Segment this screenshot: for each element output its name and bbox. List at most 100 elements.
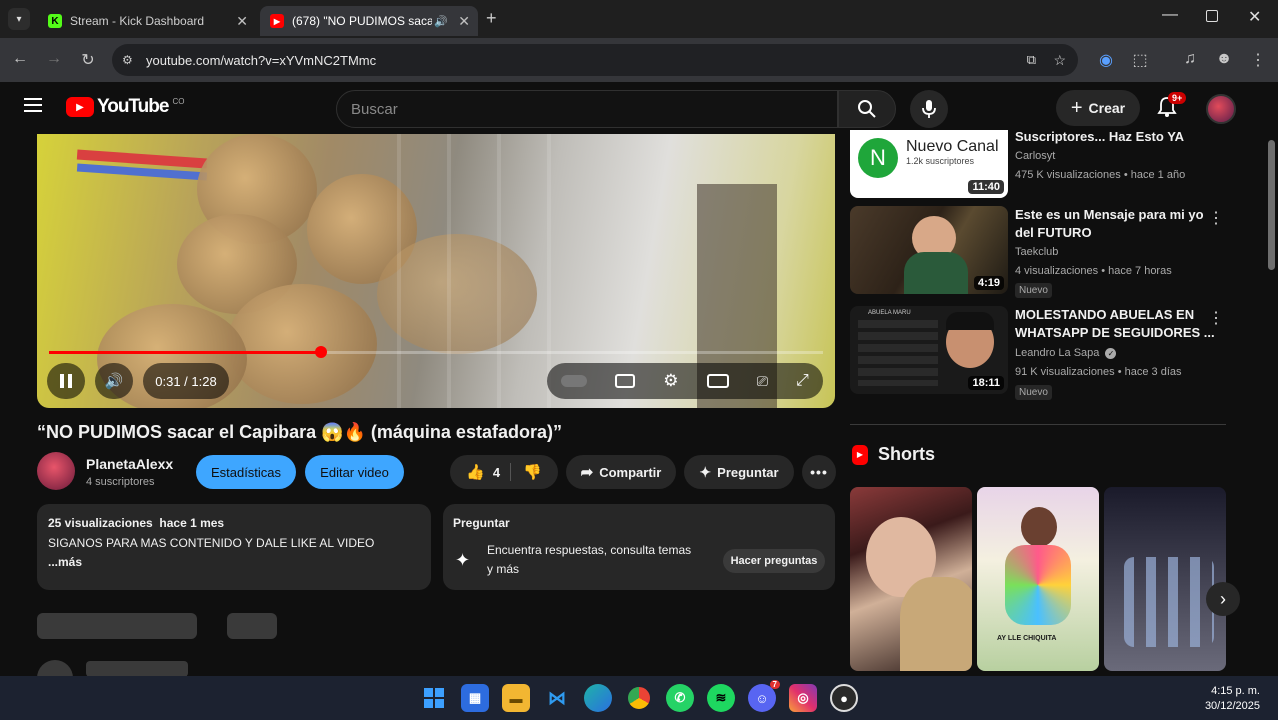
player-controls-right: ⚙ ⎚ ⤢ (547, 363, 823, 399)
more-options-icon[interactable]: ⋮ (1208, 308, 1224, 328)
notifications-button[interactable]: 9+ (1156, 92, 1187, 120)
autoplay-toggle-icon[interactable] (561, 375, 588, 387)
new-tab-button[interactable]: + (486, 8, 497, 29)
bookmark-star-icon[interactable]: ☆ (1053, 52, 1066, 69)
scrollbar-thumb[interactable] (1268, 140, 1275, 270)
forward-arrow-icon[interactable]: → (44, 50, 64, 68)
vscode-icon[interactable]: ⋈ (543, 684, 571, 712)
channel-name[interactable]: PlanetaAlexx (86, 456, 173, 472)
instagram-icon[interactable]: ◎ (789, 684, 817, 712)
ask-questions-button[interactable]: Hacer preguntas (723, 549, 825, 573)
short-dress (1005, 545, 1071, 625)
more-options-icon[interactable]: ⋮ (1208, 208, 1224, 228)
discord-icon[interactable]: ☺ 7 (748, 680, 780, 712)
recommendation-thumbnail[interactable]: ABUELA MARU 18:11 (850, 306, 1008, 394)
new-badge: Nuevo (1015, 283, 1052, 298)
short-item[interactable]: AY LLE CHIQUITA (977, 487, 1099, 671)
ask-button[interactable]: ✦ Preguntar (684, 455, 794, 489)
pause-button[interactable] (47, 363, 85, 399)
recommendation-stats: 91 K visualizaciones • hace 3 días (1015, 366, 1182, 378)
shorts-next-button[interactable]: › (1206, 582, 1240, 616)
chrome-icon[interactable] (625, 684, 653, 712)
search-input[interactable]: Buscar (336, 90, 838, 128)
time-text: 0:31 / 1:28 (155, 373, 217, 389)
thumbnail-subtext: 1.2k suscriptores (906, 156, 975, 166)
pause-icon (60, 374, 72, 388)
back-arrow-icon[interactable]: ← (10, 50, 30, 68)
restore-window-button[interactable] (1206, 10, 1218, 22)
media-control-icon[interactable]: ♫ (1180, 50, 1200, 68)
stats-button[interactable]: Estadísticas (196, 455, 296, 489)
show-more-link[interactable]: ...más (48, 555, 82, 569)
sidebar-divider (850, 424, 1226, 425)
short-item[interactable] (850, 487, 972, 671)
thumbnail-chat (858, 320, 938, 386)
duration-badge: 4:19 (973, 276, 1004, 290)
like-button[interactable]: 👍 4 (466, 463, 512, 481)
share-button[interactable]: ➦ Compartir (566, 455, 676, 489)
profile-extension-icon[interactable]: ☻ (1214, 50, 1234, 68)
ask-panel: Preguntar ✦ Encuentra respuestas, consul… (443, 504, 835, 590)
file-explorer-icon[interactable]: ▬ (502, 684, 530, 712)
voice-search-button[interactable] (910, 90, 948, 128)
obs-icon[interactable]: ● (830, 684, 858, 712)
video-player[interactable]: 🔊 0:31 / 1:28 ⚙ ⎚ ⤢ (37, 134, 835, 408)
system-clock[interactable]: 4:15 p. m. 30/12/2025 (1205, 684, 1260, 714)
theater-mode-icon[interactable] (706, 374, 729, 388)
recommendation-thumbnail[interactable]: 4:19 (850, 206, 1008, 294)
store-icon[interactable]: ▦ (461, 684, 489, 712)
cast-icon[interactable]: ⎚ (757, 373, 768, 390)
recommendation-item[interactable]: 4:19 Este es un Mensaje para mi yo del F… (850, 206, 1240, 298)
minimize-window-button[interactable]: — (1162, 6, 1178, 24)
install-app-icon[interactable]: ⧉ (1027, 52, 1036, 68)
account-avatar[interactable] (1206, 94, 1236, 124)
tab-youtube-video[interactable]: ▶ (678) "NO PUDIMOS sacar el Capibara 🔊 … (260, 6, 478, 36)
browser-menu-icon[interactable]: ⋮ (1248, 50, 1268, 70)
tab-label: (678) "NO PUDIMOS sacar el Capibara (292, 14, 432, 28)
tab-kick-dashboard[interactable]: K Stream - Kick Dashboard ✕ (38, 6, 256, 36)
video-title: “NO PUDIMOS sacar el Capibara 😱🔥 (máquin… (37, 422, 562, 442)
edit-video-button[interactable]: Editar video (305, 455, 404, 489)
description-box[interactable]: 25 visualizaciones hace 1 mes SIGANOS PA… (37, 504, 431, 590)
more-actions-button[interactable]: ••• (802, 455, 836, 489)
youtube-logo-icon: ▶ (270, 14, 284, 28)
short-item[interactable] (1104, 487, 1226, 671)
recommendation-title-line2: WHATSAPP DE SEGUIDORES ... (1015, 325, 1215, 340)
volume-button[interactable]: 🔊 (95, 363, 133, 399)
duration-badge: 11:40 (968, 180, 1004, 194)
recommendation-stats: 475 K visualizaciones • hace 1 año (1015, 169, 1186, 181)
edge-icon[interactable] (584, 684, 612, 712)
extensions-puzzle-icon[interactable]: ⬚ (1130, 50, 1150, 70)
youtube-logo[interactable]: ▶ YouTube CO (66, 96, 184, 118)
create-button[interactable]: + Crear (1056, 90, 1140, 126)
browser-tab-bar: ▾ K Stream - Kick Dashboard ✕ ▶ (678) "N… (0, 0, 1278, 38)
site-settings-icon[interactable]: ⚙ (122, 53, 133, 67)
close-tab-icon[interactable]: ✕ (458, 13, 470, 30)
search-button[interactable] (838, 90, 896, 128)
recommendation-channel: Carlosyt (1015, 150, 1056, 162)
whatsapp-icon[interactable]: ✆ (666, 684, 694, 712)
reload-icon[interactable]: ↻ (78, 50, 98, 70)
recommendation-title: Suscriptores... Haz Esto YA (1015, 129, 1185, 144)
spotify-icon[interactable]: ≋ (707, 684, 735, 712)
thumbnail-caption: ABUELA MARU (868, 310, 911, 316)
address-bar[interactable]: ⚙ youtube.com/watch?v=xYVmNC2TMmc ⧉ ☆ (112, 44, 1078, 76)
tab-search-menu[interactable]: ▾ (8, 8, 30, 30)
channel-avatar[interactable] (37, 452, 75, 490)
close-window-button[interactable]: ✕ (1248, 7, 1261, 27)
recommendation-item[interactable]: ABUELA MARU 18:11 MOLESTANDO ABUELAS EN … (850, 306, 1240, 400)
hamburger-menu-icon[interactable] (24, 98, 42, 112)
discord-badge: 7 (769, 680, 780, 689)
duration-badge: 18:11 (968, 376, 1004, 390)
settings-gear-icon[interactable]: ⚙ (663, 371, 678, 391)
close-tab-icon[interactable]: ✕ (236, 13, 248, 30)
dislike-button[interactable]: 👎 (511, 463, 542, 481)
subtitles-icon[interactable] (615, 374, 636, 388)
fullscreen-icon[interactable]: ⤢ (796, 372, 809, 390)
windows-start-icon[interactable] (420, 684, 448, 712)
recommendation-thumbnail[interactable]: N Nuevo Canal 1.2k suscriptores 11:40 (850, 130, 1008, 198)
browser-toolbar: ← → ↻ ⚙ youtube.com/watch?v=xYVmNC2TMmc … (0, 38, 1278, 82)
wifi-extension-icon[interactable]: ◉ (1096, 50, 1116, 70)
audio-playing-icon[interactable]: 🔊 (434, 15, 448, 28)
share-label: Compartir (599, 464, 662, 480)
